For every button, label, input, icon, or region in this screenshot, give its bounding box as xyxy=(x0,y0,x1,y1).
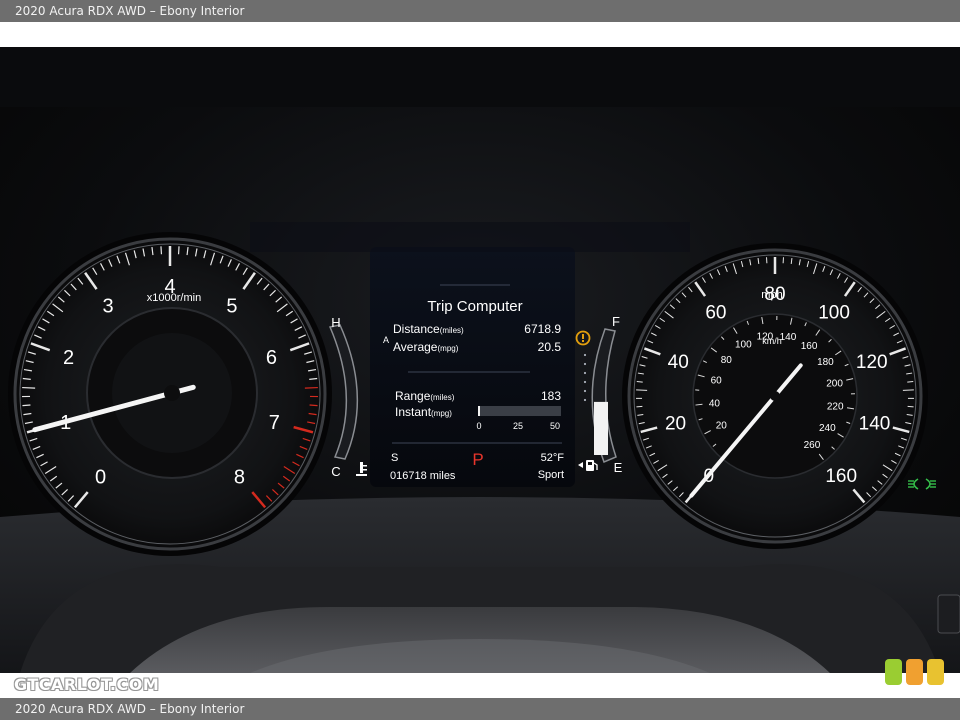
kmh-number: 160 xyxy=(801,341,818,352)
fuel-full-label: F xyxy=(612,314,620,329)
temp-low-label: C xyxy=(331,464,340,479)
tach-tick xyxy=(304,386,318,389)
fuel-dot xyxy=(583,371,587,375)
mph-number: 120 xyxy=(856,352,888,373)
tachometer: x1000r/min 012345678 xyxy=(8,232,332,556)
tach-tick xyxy=(309,377,318,380)
fuel-dot xyxy=(583,389,587,393)
mph-number: 140 xyxy=(859,414,891,435)
caption-top: 2020 Acura RDX AWD – Ebony Interior xyxy=(0,0,960,22)
site-logo-squares xyxy=(885,659,945,689)
distance-value: 6718.9 xyxy=(524,322,561,336)
kmh-number: 20 xyxy=(716,420,728,431)
range-unit: (miles) xyxy=(430,393,454,402)
average-value: 20.5 xyxy=(538,340,562,354)
odometer: 016718 miles xyxy=(390,470,456,482)
temp-high-label: H xyxy=(331,315,340,330)
mph-number: 20 xyxy=(665,414,686,435)
kmh-number: 40 xyxy=(709,398,721,409)
instant-scale-25: 25 xyxy=(513,421,523,431)
mph-tick xyxy=(907,380,914,383)
instant-label: Instant xyxy=(395,405,432,419)
kmh-number: 180 xyxy=(817,357,834,368)
caption-bottom: 2020 Acura RDX AWD – Ebony Interior xyxy=(0,698,960,720)
tach-number: 4 xyxy=(164,276,175,298)
kmh-number: 60 xyxy=(711,375,723,386)
tach-number: 6 xyxy=(266,347,277,369)
watermark-logo: GTCARLOT.COM xyxy=(14,675,160,694)
instant-scale-0: 0 xyxy=(476,421,481,431)
instant-mpg-bar-fill xyxy=(478,406,480,416)
kmh-number: 140 xyxy=(780,332,797,343)
outside-temperature: 52°F xyxy=(541,452,565,464)
drive-mode: Sport xyxy=(538,469,564,481)
fuel-dot xyxy=(583,362,587,366)
instrument-cluster-photo: x1000r/min 012345678 H C F E xyxy=(0,47,960,673)
tach-number: 2 xyxy=(63,347,74,369)
distance-label: Distance xyxy=(393,322,440,336)
tach-number: 3 xyxy=(102,296,113,318)
tach-tick xyxy=(309,404,318,407)
instant-mpg-bar-track xyxy=(478,406,561,416)
kmh-number: 260 xyxy=(804,440,821,451)
mph-unit-label: mph xyxy=(761,289,782,301)
gear-indicator: P xyxy=(472,450,483,469)
tach-number: 8 xyxy=(234,467,245,489)
tach-tick xyxy=(22,386,36,389)
kmh-number: 240 xyxy=(819,423,836,434)
white-band-top xyxy=(0,22,960,47)
mph-number: 40 xyxy=(668,352,689,373)
average-unit: (mpg) xyxy=(437,344,458,353)
kmh-number: 220 xyxy=(827,401,844,412)
tach-number: 7 xyxy=(269,412,280,434)
instant-scale-50: 50 xyxy=(550,421,560,431)
range-value: 183 xyxy=(541,389,561,403)
kmh-unit-label: km/h xyxy=(762,336,782,346)
mph-number: 60 xyxy=(705,303,726,324)
distance-unit: (miles) xyxy=(440,326,464,335)
fuel-dot xyxy=(583,380,587,384)
fuel-level-fill xyxy=(594,401,608,455)
dash-button xyxy=(937,594,960,634)
tach-tick xyxy=(22,377,31,380)
trip-computer-title: Trip Computer xyxy=(427,298,522,315)
fuel-empty-label: E xyxy=(614,460,623,475)
mph-number: 100 xyxy=(818,303,850,324)
tach-number: 5 xyxy=(226,296,237,318)
tach-number: 0 xyxy=(95,467,106,489)
fuel-dot xyxy=(583,398,587,402)
mph-tick xyxy=(636,380,643,383)
average-label: Average xyxy=(393,340,438,354)
kmh-number: 200 xyxy=(826,378,843,389)
trip-letter: A xyxy=(383,335,389,345)
tach-tick xyxy=(22,404,31,407)
speedometer: 020406080100120140160 204060801001201401… xyxy=(622,243,928,549)
fuel-dot xyxy=(583,353,587,357)
kmh-number: 80 xyxy=(721,355,733,366)
kmh-number: 100 xyxy=(735,339,752,350)
range-label: Range xyxy=(395,389,431,403)
mph-number: 160 xyxy=(825,466,857,487)
mode-letter: S xyxy=(391,452,398,464)
instant-unit: (mpg) xyxy=(431,409,452,418)
